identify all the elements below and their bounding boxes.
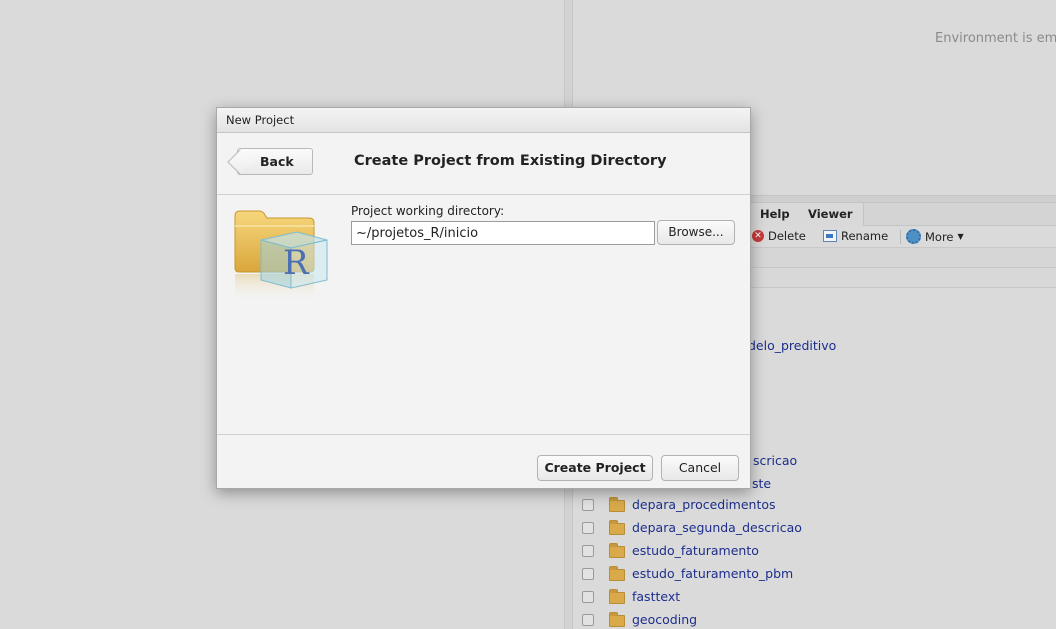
folder-icon [609,612,625,627]
folder-icon [609,520,625,535]
back-button[interactable]: Back [237,148,313,175]
row-checkbox[interactable] [582,522,594,534]
list-item: depara_segunda_descricao [573,517,1056,540]
row-checkbox[interactable] [582,545,594,557]
row-checkbox[interactable] [582,568,594,580]
new-project-dialog: New Project Back Create Project from Exi… [216,107,751,489]
folder-icon [609,566,625,581]
file-link[interactable]: fasttext [632,589,680,604]
more-button[interactable]: More ▼ [906,229,964,244]
file-link-partial[interactable]: delo_preditivo [748,338,836,353]
folder-icon [609,543,625,558]
row-checkbox[interactable] [582,591,594,603]
r-project-folder-icon: R [233,206,329,306]
divider [217,434,750,435]
gear-icon [906,229,921,244]
rename-label: Rename [841,229,889,243]
row-checkbox[interactable] [582,499,594,511]
more-label: More [925,229,954,244]
folder-icon [609,589,625,604]
rename-button[interactable]: Rename [823,229,888,243]
directory-input[interactable] [351,221,655,245]
list-item: fasttext [573,586,1056,609]
create-project-button[interactable]: Create Project [537,455,653,481]
r-letter: R [283,243,310,283]
list-item: estudo_faturamento_pbm [573,563,1056,586]
file-link[interactable]: estudo_faturamento [632,543,759,558]
environment-empty-message: Environment is emp [935,31,1056,46]
file-link-partial[interactable]: scricao [753,453,797,468]
list-item: geocoding [573,609,1056,629]
file-link[interactable]: geocoding [632,612,697,627]
delete-button[interactable]: ✕ Delete [752,229,806,243]
tab-help[interactable]: Help [750,203,801,226]
file-link-partial[interactable]: ste [752,476,771,491]
file-link[interactable]: depara_segunda_descricao [632,520,802,535]
row-checkbox[interactable] [582,614,594,626]
rename-icon [823,230,837,242]
list-item: depara_procedimentos [573,494,1056,517]
directory-label: Project working directory: [351,204,505,218]
dialog-title: New Project [217,108,750,133]
delete-icon: ✕ [752,230,764,242]
dialog-heading: Create Project from Existing Directory [354,153,667,169]
toolbar-divider [900,230,901,244]
file-link[interactable]: depara_procedimentos [632,497,776,512]
chevron-down-icon: ▼ [957,232,964,241]
folder-icon [609,497,625,512]
tab-viewer[interactable]: Viewer [798,203,864,226]
list-item: estudo_faturamento [573,540,1056,563]
browse-button[interactable]: Browse... [657,220,735,245]
cancel-button[interactable]: Cancel [661,455,739,481]
divider [217,194,750,195]
file-link[interactable]: estudo_faturamento_pbm [632,566,793,581]
delete-label: Delete [768,229,806,243]
